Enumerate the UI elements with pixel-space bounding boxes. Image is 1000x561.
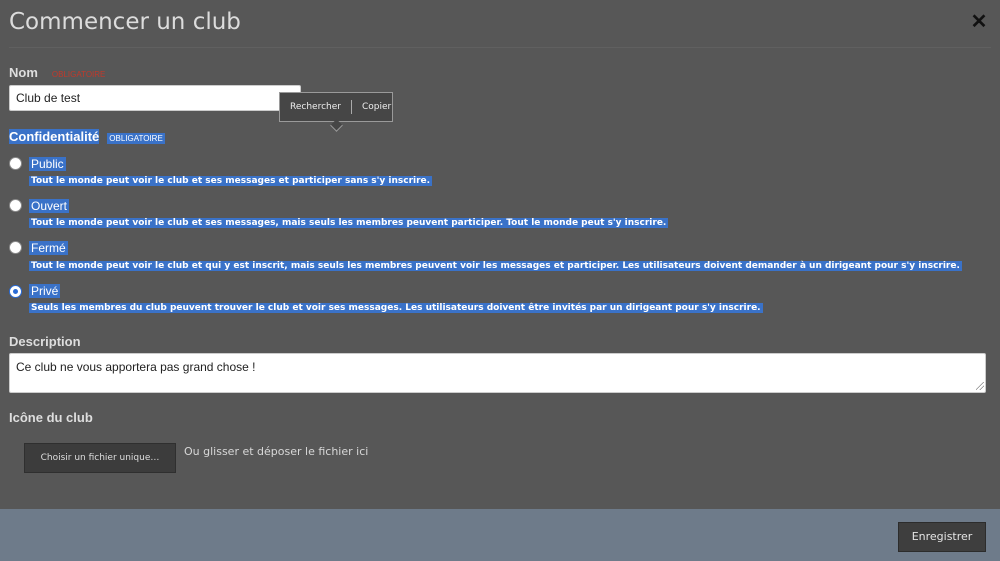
option-label-public[interactable]: Public bbox=[29, 157, 66, 171]
club-icon-label: Icône du club bbox=[9, 410, 93, 425]
radio-ouvert[interactable] bbox=[9, 199, 22, 212]
option-desc-ouvert: Tout le monde peut voir le club et ses m… bbox=[29, 218, 669, 228]
option-label-prive[interactable]: Privé bbox=[29, 284, 61, 298]
required-badge: Obligatoire bbox=[107, 133, 165, 144]
modal-title: Commencer un club bbox=[9, 9, 241, 35]
header-divider bbox=[9, 47, 991, 48]
name-label: Nom Obligatoire bbox=[9, 65, 105, 80]
privacy-label-text: Confidentialité bbox=[9, 129, 100, 144]
context-popup: Rechercher Copier bbox=[279, 92, 393, 132]
description-label: Description bbox=[9, 334, 81, 349]
required-badge: Obligatoire bbox=[51, 70, 106, 79]
privacy-label: Confidentialité Obligatoire bbox=[9, 129, 165, 144]
option-desc-prive: Seuls les membres du club peuvent trouve… bbox=[29, 303, 763, 313]
club-name-input[interactable] bbox=[9, 85, 301, 111]
resize-grip-icon[interactable] bbox=[976, 382, 984, 390]
popup-arrow bbox=[330, 119, 343, 132]
radio-public[interactable] bbox=[9, 157, 22, 170]
choose-file-button[interactable]: Choisir un fichier unique… bbox=[24, 443, 176, 473]
option-desc-public: Tout le monde peut voir le club et ses m… bbox=[29, 176, 433, 186]
close-icon[interactable]: ✕ bbox=[970, 10, 988, 34]
save-button[interactable]: Enregistrer bbox=[898, 522, 986, 552]
option-label-ouvert[interactable]: Ouvert bbox=[29, 199, 70, 213]
modal-footer bbox=[0, 509, 1000, 561]
radio-ferme[interactable] bbox=[9, 241, 22, 254]
description-textarea[interactable]: Ce club ne vous apportera pas grand chos… bbox=[9, 353, 986, 393]
drop-zone-hint[interactable]: Ou glisser et déposer le fichier ici bbox=[184, 445, 368, 458]
copy-option[interactable]: Copier bbox=[362, 102, 391, 112]
option-desc-ferme: Tout le monde peut voir le club et qui y… bbox=[29, 261, 962, 271]
popup-separator bbox=[350, 100, 352, 114]
option-label-ferme[interactable]: Fermé bbox=[29, 241, 68, 255]
radio-prive[interactable] bbox=[9, 285, 22, 298]
search-option[interactable]: Rechercher bbox=[290, 102, 341, 112]
name-label-text: Nom bbox=[9, 65, 38, 80]
